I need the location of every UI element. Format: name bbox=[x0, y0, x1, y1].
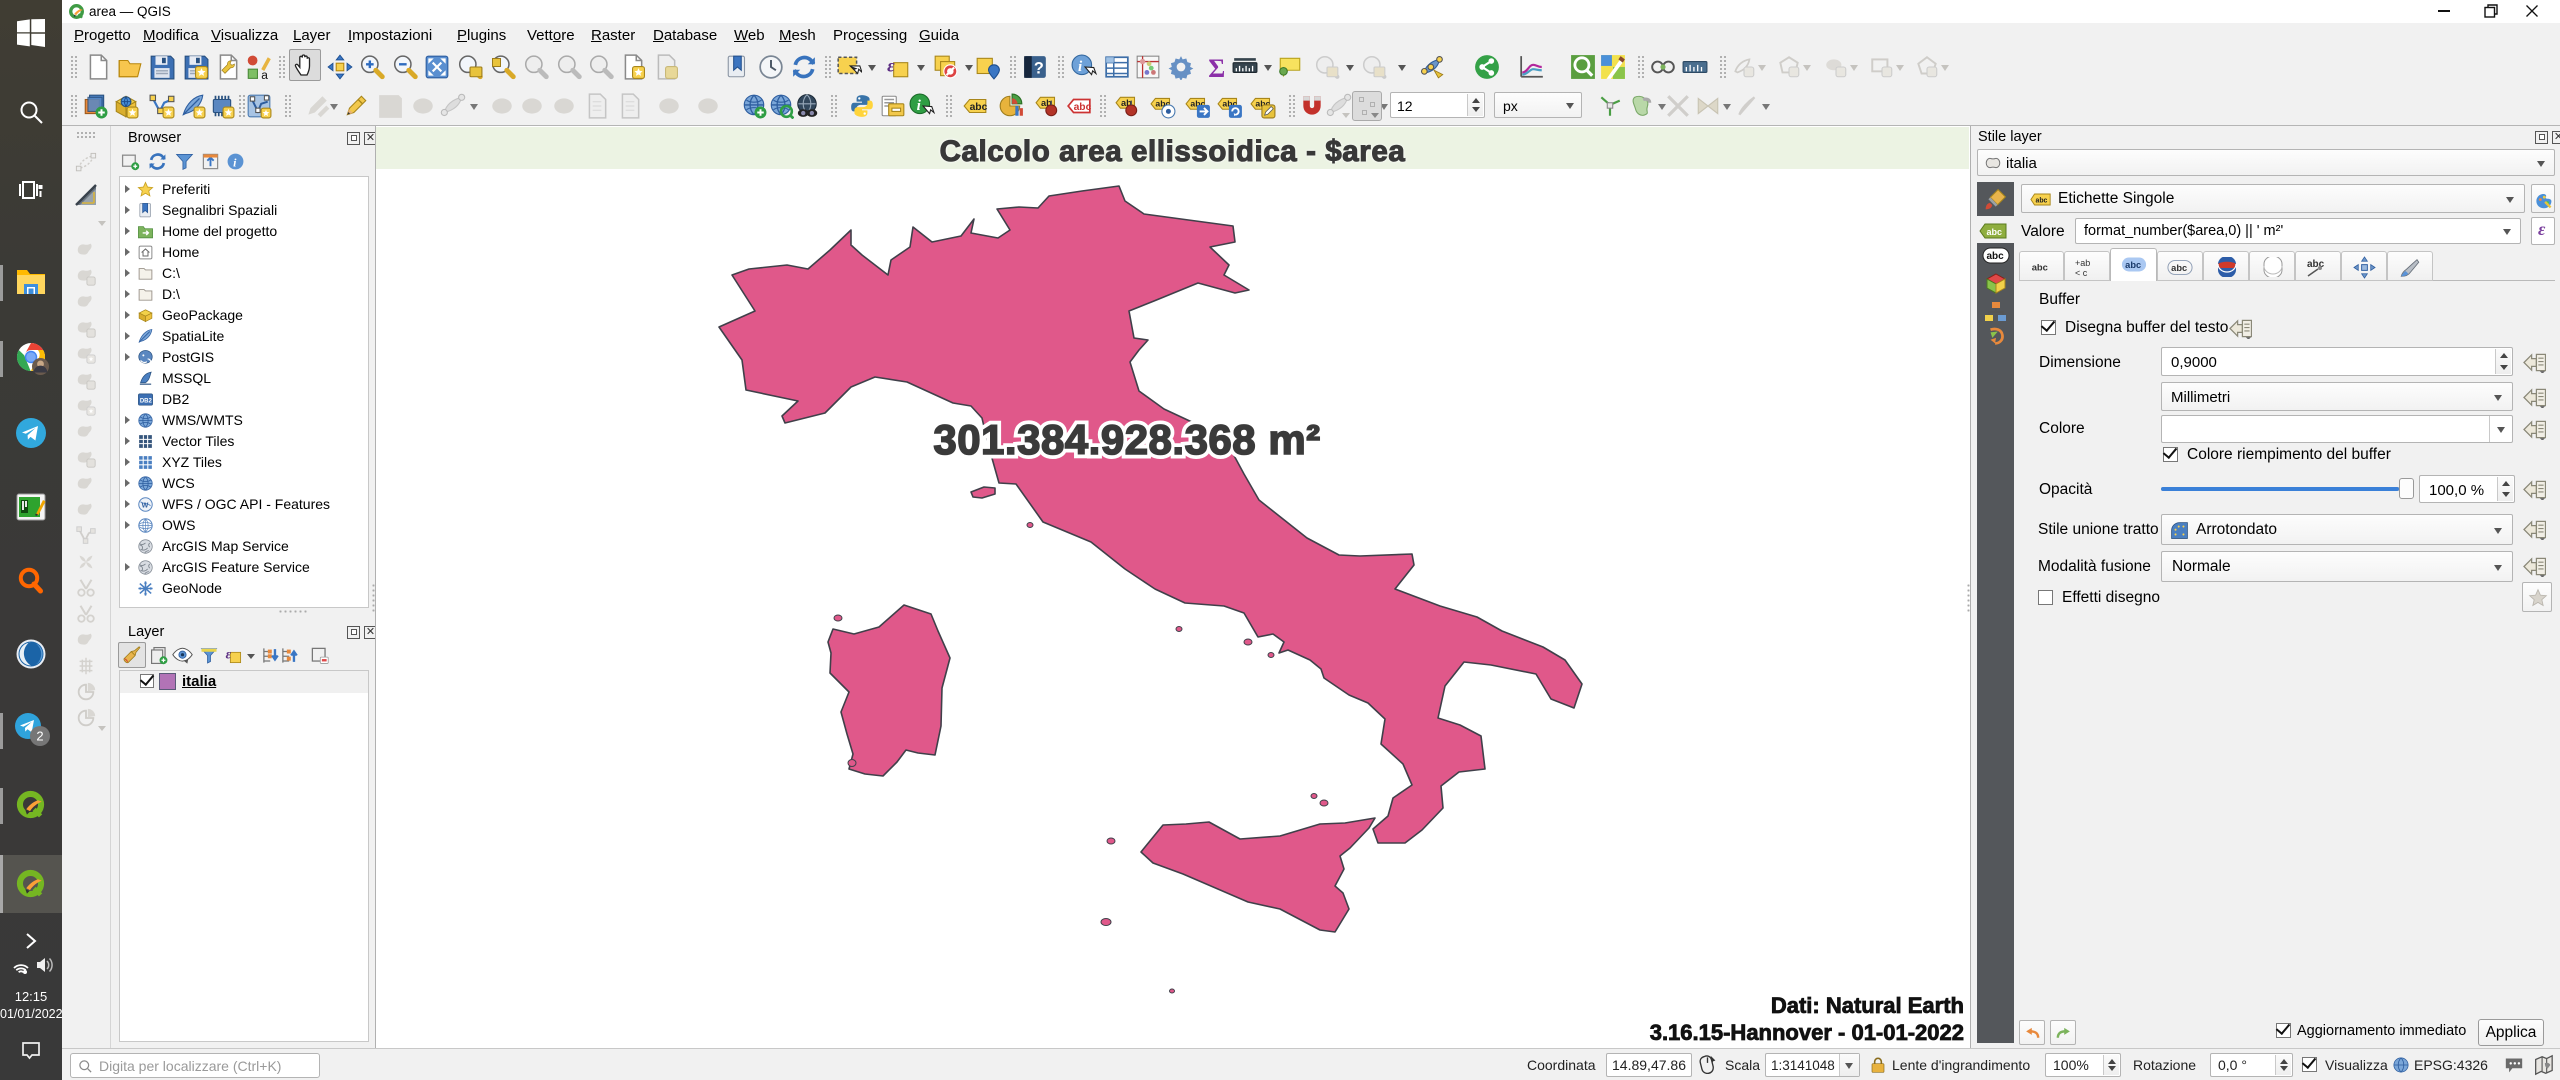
svg-text:+ab: +ab bbox=[2075, 258, 2090, 268]
svg-text:< c: < c bbox=[2075, 268, 2088, 278]
svg-text:abc: abc bbox=[2307, 259, 2325, 270]
svg-text:abc: abc bbox=[2036, 198, 2048, 205]
svg-text:2: 2 bbox=[36, 729, 43, 744]
svg-text:abc: abc bbox=[2125, 260, 2141, 270]
svg-text:abc: abc bbox=[2171, 263, 2187, 273]
svg-text:W: W bbox=[142, 501, 149, 509]
svg-text:301.384.928.368 m²: 301.384.928.368 m² bbox=[933, 416, 1320, 463]
svg-text:abc: abc bbox=[2032, 261, 2048, 272]
svg-text:abc: abc bbox=[1987, 251, 2005, 262]
svg-text:DB2: DB2 bbox=[140, 398, 153, 404]
svg-text:abc: abc bbox=[1987, 227, 2003, 237]
